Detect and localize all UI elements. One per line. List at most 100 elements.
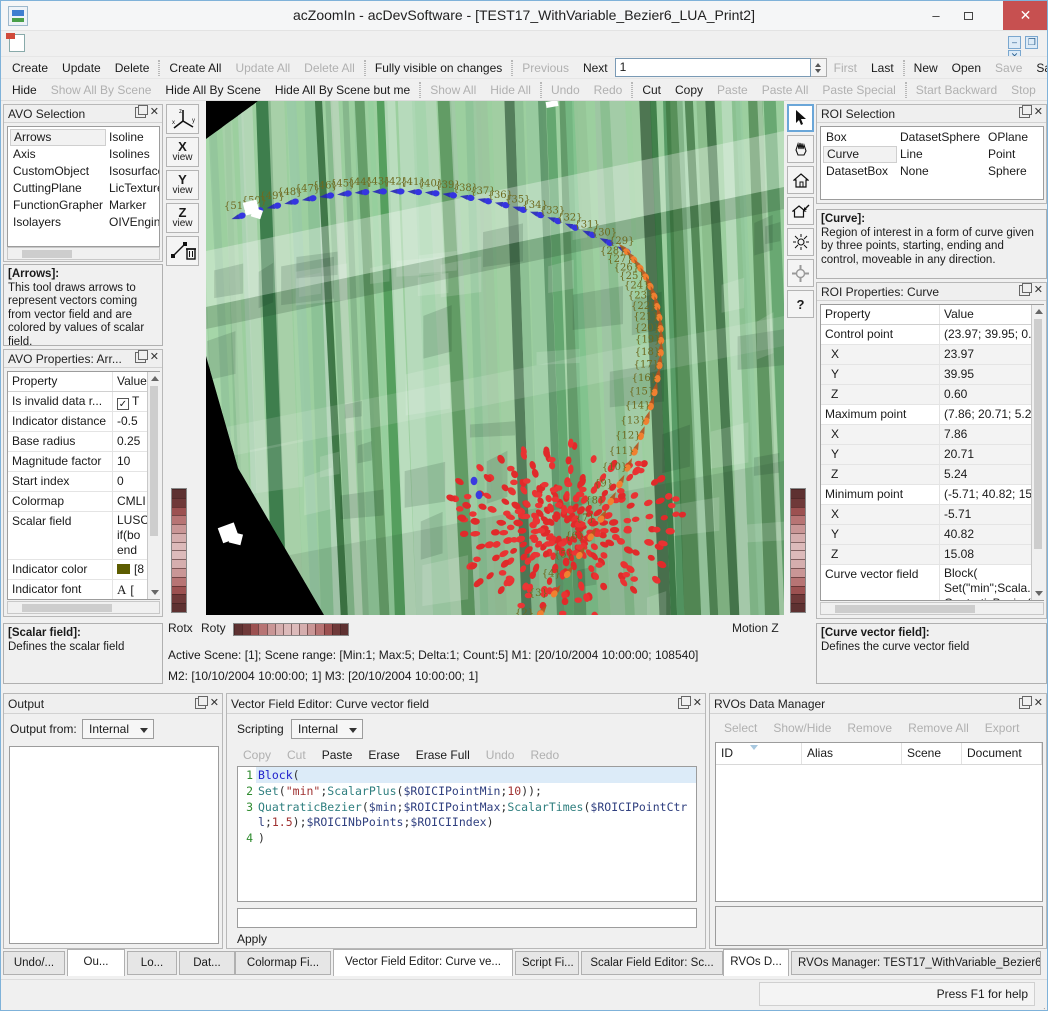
home-view-button[interactable] [787,166,814,194]
z-view-button[interactable]: Z view [166,203,199,233]
3d-viewport[interactable]: {51}{50}{49}{48}{47}{46}{45}{44}{43}{42}… [206,101,784,615]
pan-tool-button[interactable] [787,135,814,163]
motion-z-label[interactable]: Motion Z [732,621,779,635]
scene-number-input[interactable]: 1 [615,58,811,77]
property-row[interactable]: ColormapCMLI [8,492,159,512]
list-item-line[interactable]: Line [897,146,985,163]
list-item-oivengine[interactable]: OIVEngine [106,214,160,231]
close-button[interactable]: ✕ [1003,1,1048,30]
property-row[interactable]: X7.86 [821,425,1043,445]
close-panel-icon[interactable]: ✕ [1034,285,1043,296]
scene-number-spinner[interactable]: 1 [615,58,827,77]
table-header[interactable]: Property [821,305,939,324]
list-item-functiongrapher[interactable]: FunctionGrapher [10,197,106,214]
property-row[interactable]: Y40.82 [821,525,1043,545]
checkbox[interactable]: ✓ [117,398,129,410]
avo-props-hscrollbar[interactable] [7,601,160,614]
list-item-lictexture[interactable]: LicTexture [106,180,160,197]
code-line[interactable]: 4) [238,830,696,846]
list-item-customobject[interactable]: CustomObject [10,163,106,180]
save-as-button[interactable]: Save As [1029,58,1048,78]
tab-rvos-d-[interactable]: RVOs D... [723,949,789,976]
rotx-label[interactable]: Rotx [168,621,193,635]
new-button[interactable]: New [907,58,945,78]
close-panel-icon[interactable]: ✕ [693,698,702,709]
list-item-curve[interactable]: Curve [823,146,897,163]
table-header[interactable]: Value [939,305,1043,324]
scripting-dropdown[interactable]: Internal [291,719,363,739]
property-row[interactable]: Indicator distance-0.5 [8,412,159,432]
property-row[interactable]: Minimum point(-5.71; 40.82; 15.... [821,485,1043,505]
property-row[interactable]: Z15.08 [821,545,1043,565]
close-panel-icon[interactable]: ✕ [1034,107,1043,118]
paste-button[interactable]: Paste [314,745,361,765]
tab-undo-[interactable]: Undo/... [3,951,65,975]
list-item-isolines[interactable]: Isolines [106,146,160,163]
select-tool-button[interactable] [787,104,814,132]
tab-dat-[interactable]: Dat... [179,951,235,975]
right-colormap-slider[interactable] [790,488,806,613]
list-item-isosurface[interactable]: Isosurface [106,163,160,180]
minimize-button[interactable]: – [921,1,951,30]
output-source-dropdown[interactable]: Internal [82,719,154,739]
table-header[interactable]: PropertyValue [821,305,1043,325]
create-all-button[interactable]: Create All [162,58,228,78]
float-panel-icon[interactable] [1019,698,1030,709]
open-button[interactable]: Open [945,58,988,78]
property-row[interactable]: Start index0 [8,472,159,492]
left-colormap-slider[interactable] [171,488,187,613]
code-line[interactable]: 2Set("min";ScalarPlus($ROICIPointMin;10)… [238,783,696,799]
next-button[interactable]: Next [576,58,615,78]
list-item-arrows[interactable]: Arrows [10,129,106,146]
float-panel-icon[interactable] [195,698,206,709]
spinner-arrows[interactable] [811,58,827,77]
tab-scalar-field-editor-sc-[interactable]: Scalar Field Editor: Sc... [581,951,723,975]
list-item-marker[interactable]: Marker [106,197,160,214]
hide-all-by-scene-button[interactable]: Hide All By Scene [158,80,267,100]
float-panel-icon[interactable] [1019,107,1030,118]
property-row[interactable]: Curve vector fieldBlock( Set("min";Scala… [821,565,1043,601]
erase-full-button[interactable]: Erase Full [408,745,478,765]
tab-vector-field-editor-curve-ve-[interactable]: Vector Field Editor: Curve ve... [333,949,513,976]
roi-props-vscrollbar[interactable] [1031,305,1044,600]
list-item-sphere[interactable]: Sphere [985,163,1044,180]
property-row[interactable]: Maximum point(7.86; 20.71; 5.24) [821,405,1043,425]
list-item-datasetsphere[interactable]: DatasetSphere [897,129,985,146]
list-item-box[interactable]: Box [823,129,897,146]
float-panel-icon[interactable] [135,352,146,363]
property-row[interactable]: Base radius0.25 [8,432,159,452]
roi-props-hscrollbar[interactable] [820,602,1044,615]
close-panel-icon[interactable]: ✕ [1034,698,1043,709]
output-text-area[interactable] [9,746,219,944]
start-forward-button[interactable]: Start Forward [1043,80,1048,100]
view-all-button[interactable] [787,228,814,256]
property-row[interactable]: Indicator color[8 [8,560,159,580]
property-row[interactable]: Scalar fieldLUSC if(bo end [8,512,159,560]
property-row[interactable]: Is invalid data r...✓T [8,392,159,412]
table-header[interactable]: Property [8,372,112,391]
float-panel-icon[interactable] [135,107,146,118]
mdi-minimize-button[interactable]: – [1008,36,1021,49]
list-item-axis[interactable]: Axis [10,146,106,163]
code-line[interactable]: 3QuatraticBezier($min;$ROICIPointMax;Sca… [238,799,696,830]
list-item-none[interactable]: None [897,163,985,180]
y-view-button[interactable]: Y view [166,170,199,200]
column-header-scene[interactable]: Scene [902,743,962,764]
create-button[interactable]: Create [5,58,55,78]
column-header-alias[interactable]: Alias [802,743,902,764]
column-header-document[interactable]: Document [962,743,1042,764]
axes-orientation-button[interactable]: zxy [166,104,199,134]
hide-button[interactable]: Hide [5,80,44,100]
close-panel-icon[interactable]: ✕ [150,352,159,363]
avo-list-hscrollbar[interactable] [7,247,160,260]
script-code-editor[interactable]: 1Block(2Set("min";ScalarPlus($ROICIPoint… [237,766,697,902]
float-panel-icon[interactable] [1019,285,1030,296]
last-button[interactable]: Last [864,58,901,78]
set-home-view-button[interactable] [787,197,814,225]
avo-props-vscrollbar[interactable] [147,372,160,599]
property-row[interactable]: Y20.71 [821,445,1043,465]
update-button[interactable]: Update [55,58,108,78]
list-item-isoline[interactable]: Isoline [106,129,160,146]
script-command-input[interactable] [237,908,697,928]
roty-label[interactable]: Roty [201,621,226,635]
